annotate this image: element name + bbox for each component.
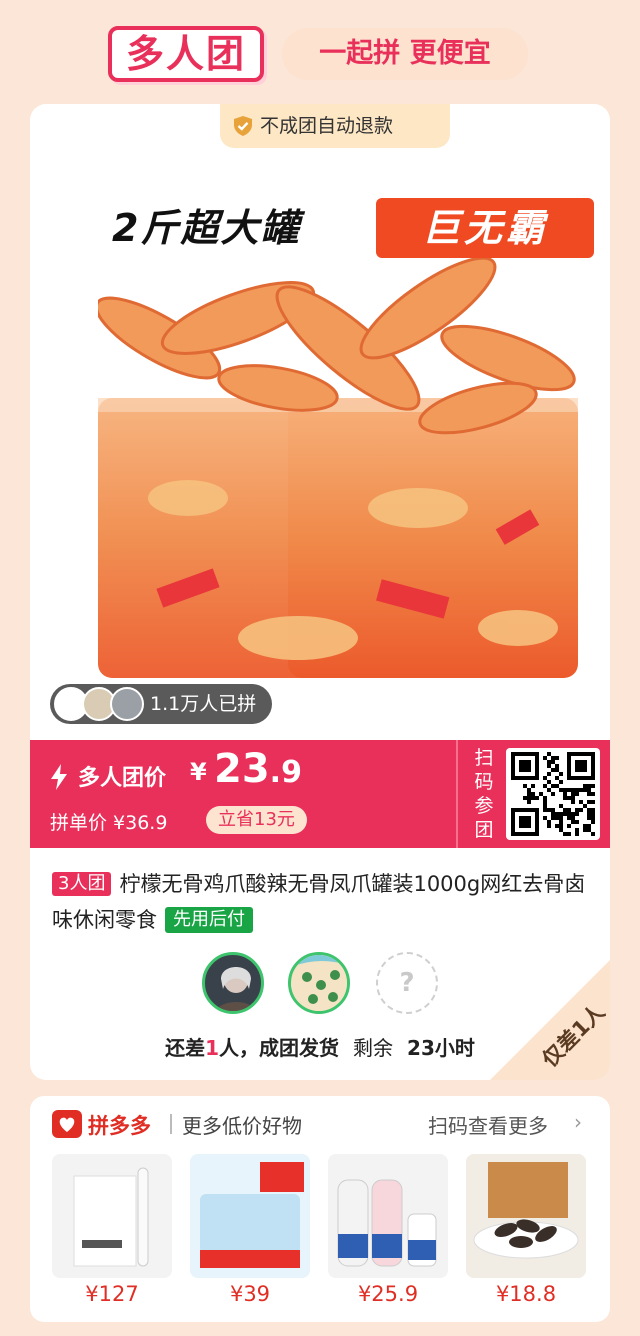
product-title-text: 柠檬无骨鸡爪酸辣无骨凤爪罐装1000g网红去骨卤味休闲零食	[52, 872, 586, 932]
product-price: ¥39	[229, 1282, 271, 1306]
shield-check-icon	[234, 116, 252, 136]
recommend-section: 拼多多 更多低价好物 扫码查看更多 › ¥127 ¥39 ¥25.9 ¥18.8	[30, 1096, 610, 1322]
divider	[456, 740, 458, 848]
product-image[interactable]: 2斤超大罐 巨无霸	[64, 148, 594, 748]
product-price: ¥25.9	[357, 1282, 419, 1306]
price-bar: 多人团价 ¥ 23.9 拼单价 ¥36.9 立省13元 扫码参团	[30, 740, 610, 848]
scan-to-join-label: 扫码参团	[474, 747, 494, 841]
pay-later-tag: 先用后付	[165, 907, 253, 933]
divider	[170, 1114, 172, 1134]
product-card-wet-wipes[interactable]	[190, 1154, 310, 1278]
chevron-right-icon[interactable]: ›	[574, 1110, 582, 1134]
banner-highlight-text: 巨无霸	[376, 198, 594, 258]
empty-member-slot[interactable]: ?	[376, 952, 438, 1014]
pinduoduo-logo-icon	[52, 1110, 82, 1138]
currency-symbol: ¥	[190, 758, 207, 786]
qr-code[interactable]	[506, 748, 600, 840]
chicken-feet-jars-illustration	[98, 258, 578, 678]
remaining-label: 剩余	[353, 1036, 394, 1060]
single-price: 拼单价 ¥36.9	[50, 812, 168, 834]
group-price: 23.9	[214, 746, 302, 792]
banner-size-text: 2斤超大罐	[112, 206, 301, 250]
product-price: ¥127	[85, 1282, 139, 1306]
lightning-icon	[51, 764, 67, 790]
remaining-time: 23小时	[407, 1036, 475, 1060]
pinduoduo-brand: 拼多多	[88, 1114, 151, 1138]
refund-badge: 不成团自动退款	[220, 104, 450, 148]
refund-badge-text: 不成团自动退款	[260, 115, 394, 137]
multi-person-group-logo: 多人团	[108, 26, 264, 82]
product-card-dove-shampoo[interactable]	[328, 1154, 448, 1278]
member-avatar	[288, 952, 350, 1014]
joined-count-pill: 1.1万人已拼	[50, 684, 273, 724]
avatar	[110, 687, 144, 721]
saved-badge: 立省13元	[206, 806, 307, 834]
group-buy-card: 不成团自动退款 2斤超大罐 巨无霸 1.1万人已拼 多人团价 ¥ 23.9 拼单…	[30, 104, 610, 1080]
group-size-tag: 3人团	[52, 872, 112, 896]
scan-more-link[interactable]: 扫码查看更多	[428, 1110, 548, 1139]
member-avatar	[202, 952, 264, 1014]
joined-count-text: 1.1万人已拼	[150, 693, 257, 715]
corner-ribbon: 仅差1人	[490, 960, 610, 1080]
group-price-label: 多人团价	[78, 766, 167, 791]
product-title[interactable]: 3人团 柠檬无骨鸡爪酸辣无骨凤爪罐装1000g网红去骨卤味休闲零食 先用后付	[52, 866, 592, 938]
product-card-sunflower-seeds[interactable]	[466, 1154, 586, 1278]
product-price: ¥18.8	[495, 1282, 557, 1306]
slogan: 一起拼 更便宜	[282, 28, 528, 80]
recommend-tagline: 更多低价好物	[182, 1114, 302, 1138]
product-card-toothbrush[interactable]	[52, 1154, 172, 1278]
header: 多人团 一起拼 更便宜	[0, 0, 640, 100]
